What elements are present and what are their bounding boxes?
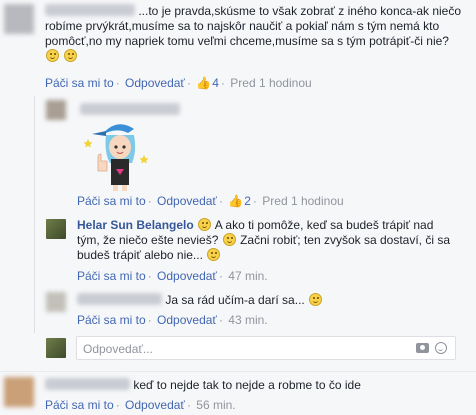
reply-text: Ja sa rád učím-a darí sa... — [77, 293, 467, 308]
reply-text: Helar Sun Belangelo A ako ti pomôže, keď… — [77, 218, 451, 262]
smile-emoji-icon — [207, 248, 221, 261]
reply-button[interactable]: Odpovedať — [125, 398, 185, 412]
timestamp[interactable]: Pred 1 hodinou — [262, 194, 343, 208]
reply-input-placeholder: Odpovedať... — [83, 342, 153, 356]
comment-text: keď to nejde tak to nejde a robme to čo … — [45, 378, 465, 393]
divider — [0, 371, 476, 372]
like-button[interactable]: Páči sa mi to — [77, 194, 146, 208]
commenter-name[interactable] — [80, 103, 180, 115]
reply-button[interactable]: Odpovedať — [157, 313, 217, 327]
like-button[interactable]: Páči sa mi to — [45, 398, 114, 412]
current-user-avatar — [46, 338, 66, 358]
timestamp[interactable]: 43 min. — [228, 313, 267, 327]
reply-actions: Páči sa mi to · Odpovedať · 47 min. — [77, 269, 268, 283]
reply-actions: Páči sa mi to · Odpovedať · 43 min. — [77, 313, 268, 327]
reply-button[interactable]: Odpovedať — [125, 76, 185, 90]
reply-button[interactable]: Odpovedať — [157, 269, 217, 283]
thread-line — [34, 96, 35, 333]
thumbs-up-icon[interactable]: 👍 — [196, 76, 211, 90]
author-name[interactable]: Helar Sun Belangelo — [77, 218, 194, 232]
timestamp[interactable]: Pred 1 hodinou — [230, 76, 311, 90]
avatar[interactable] — [46, 100, 66, 120]
commenter-name[interactable] — [45, 4, 135, 16]
like-button[interactable]: Páči sa mi to — [77, 313, 146, 327]
thumbs-up-girl-sticker — [83, 124, 149, 191]
camera-icon[interactable] — [416, 343, 429, 353]
avatar[interactable] — [4, 377, 34, 407]
smile-emoji-icon — [64, 49, 78, 62]
thumbs-up-icon[interactable]: 👍 — [228, 194, 243, 208]
reply-actions: Páči sa mi to · Odpovedať · 👍2 · Pred 1 hod… — [77, 194, 344, 208]
avatar[interactable] — [46, 292, 66, 312]
smile-emoji-icon — [222, 233, 236, 246]
like-button[interactable]: Páči sa mi to — [45, 76, 114, 90]
timestamp[interactable]: 56 min. — [196, 398, 235, 412]
commenter-name[interactable] — [77, 293, 162, 305]
smile-emoji-icon — [198, 218, 212, 231]
comment-actions: Páči sa mi to · Odpovedať · 56 min. — [45, 398, 236, 412]
smile-emoji-icon — [46, 49, 59, 62]
avatar[interactable] — [4, 4, 34, 34]
smile-emoji-icon — [309, 293, 323, 306]
comment-actions: Páči sa mi to · Odpovedať · 👍4 · Pred 1 hod… — [45, 76, 312, 90]
comment-text: ...to je pravda,skúsme to však zobrať z … — [45, 4, 465, 64]
reply-button[interactable]: Odpovedať — [157, 194, 217, 208]
reply-input[interactable]: Odpovedať... — [76, 336, 456, 360]
avatar[interactable] — [46, 219, 66, 239]
like-button[interactable]: Páči sa mi to — [77, 269, 146, 283]
timestamp[interactable]: 47 min. — [228, 269, 267, 283]
like-count[interactable]: 4 — [212, 76, 219, 90]
emoji-picker-icon[interactable] — [435, 342, 447, 354]
commenter-name[interactable] — [45, 378, 130, 390]
like-count[interactable]: 2 — [244, 194, 251, 208]
